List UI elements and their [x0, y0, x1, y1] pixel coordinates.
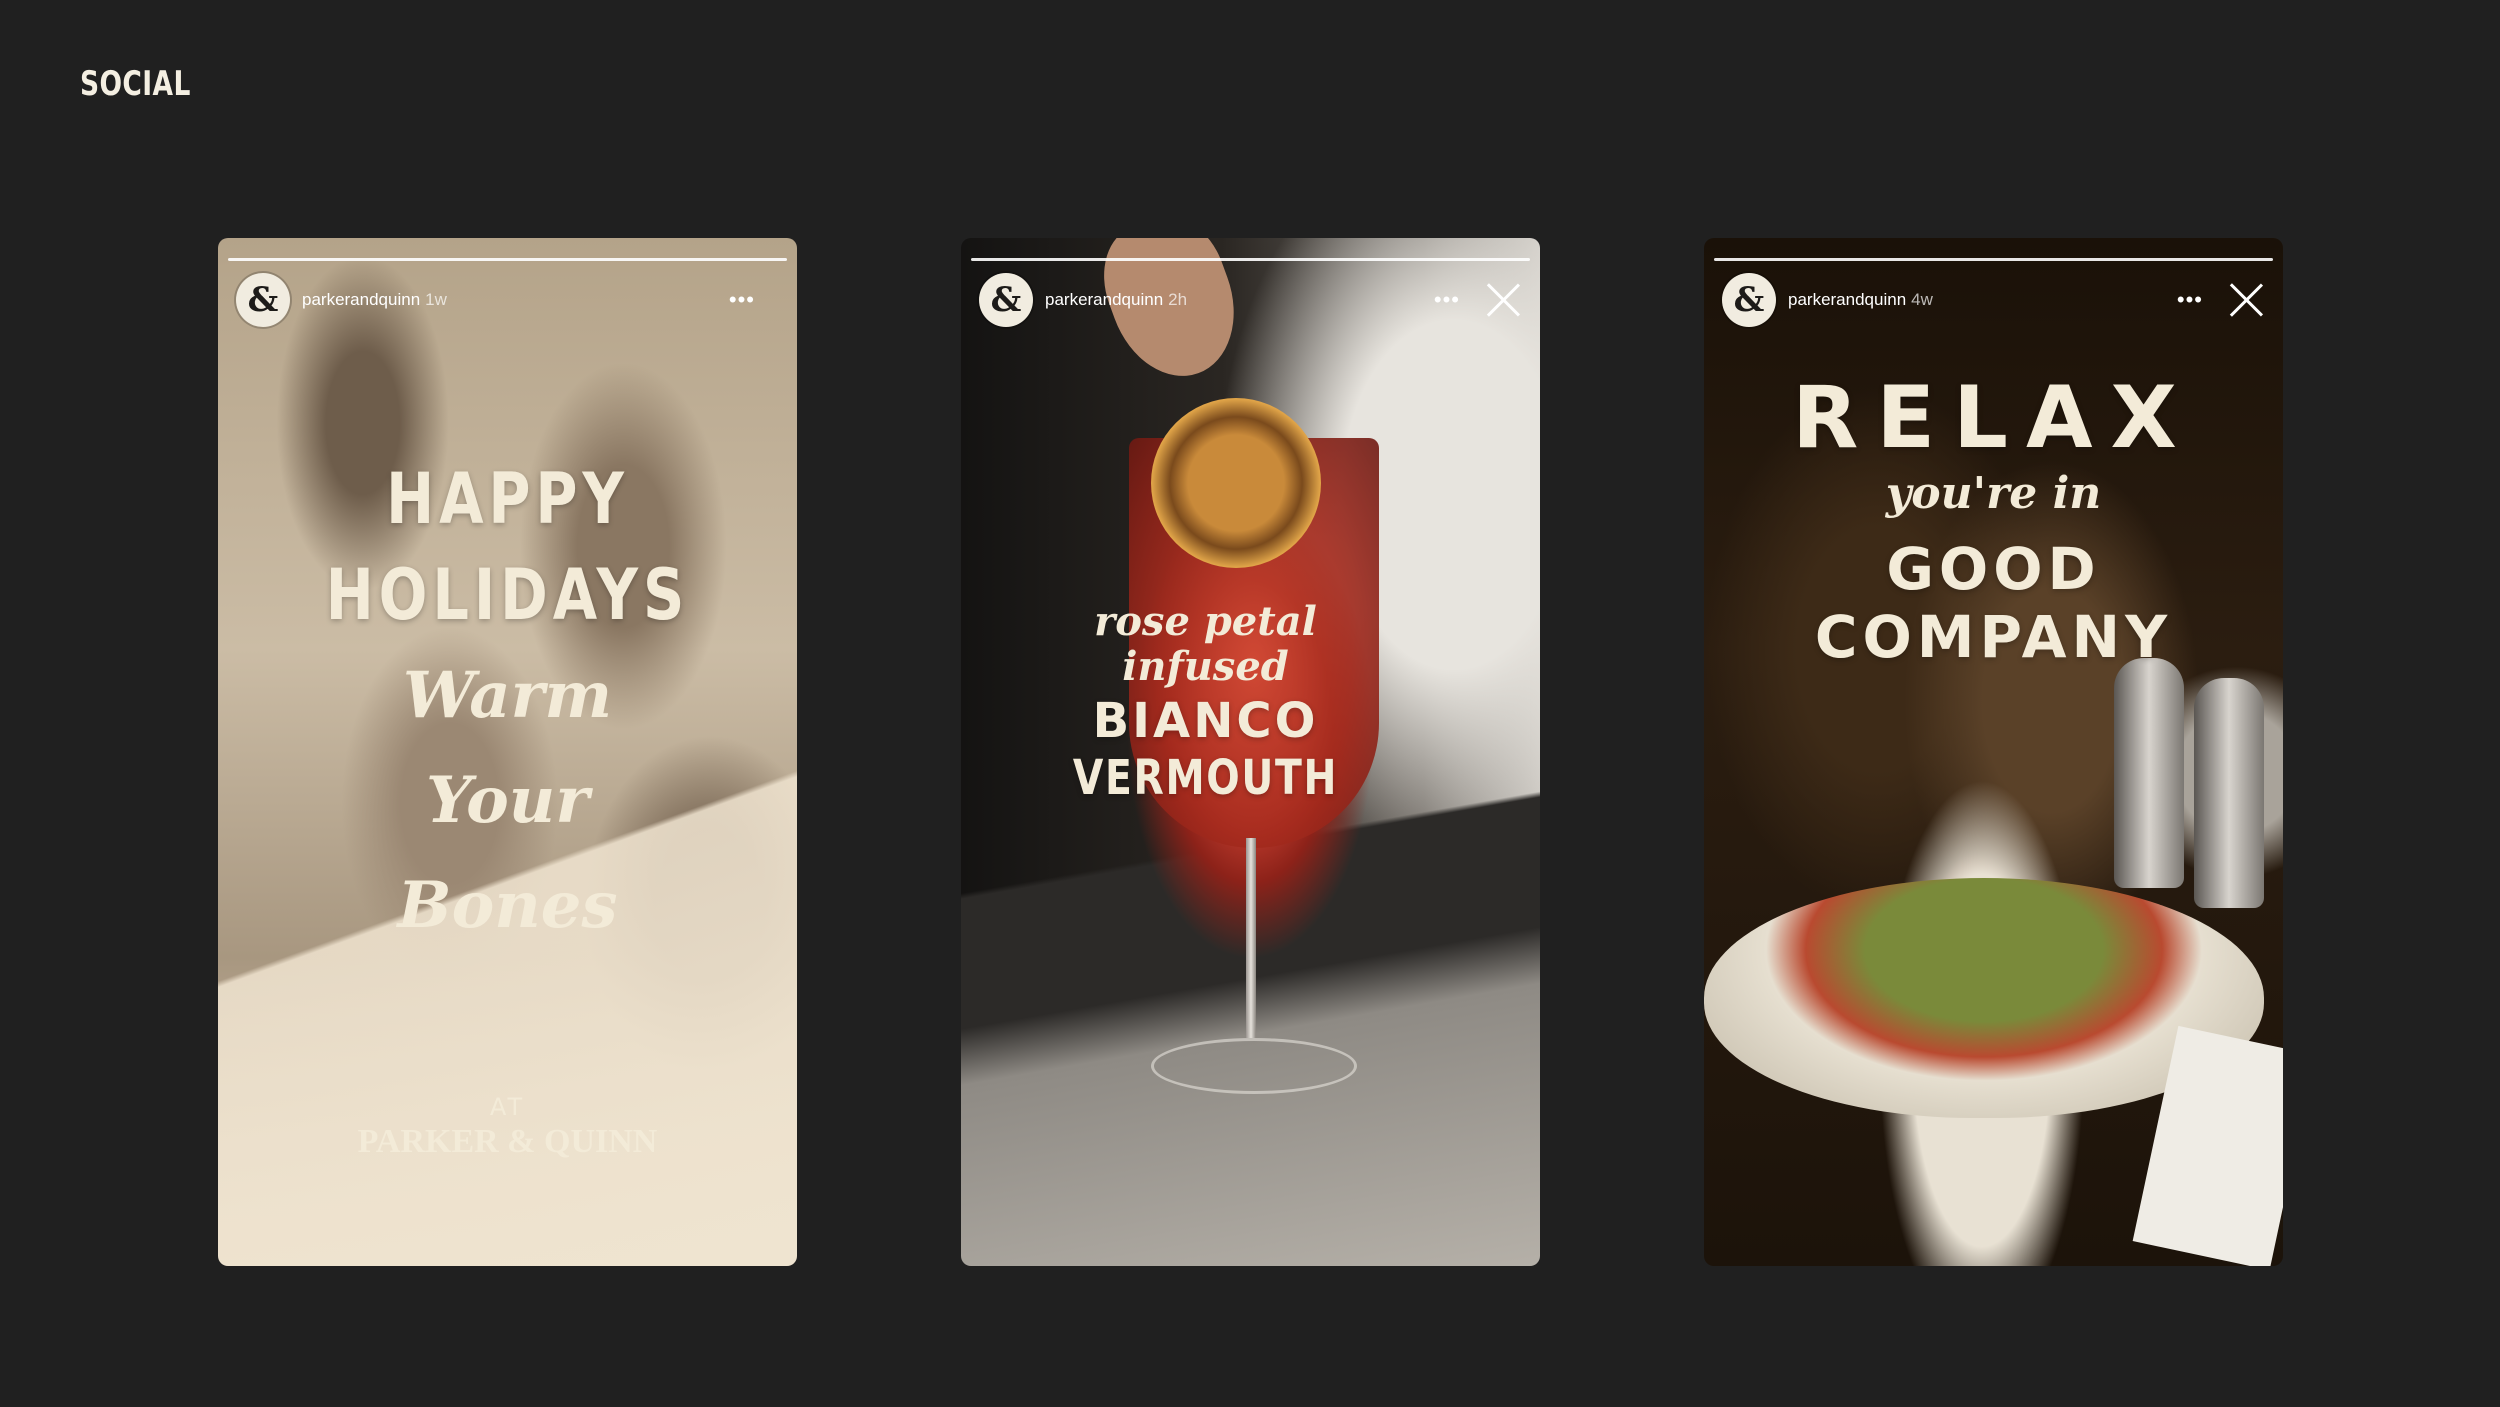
script-line: you're in	[1885, 468, 2102, 519]
headline-line-2: VERMOUTH	[1072, 750, 1339, 806]
story-card-holidays[interactable]: & parkerandquinn 1w ••• HAPPY HOLIDAYS W…	[218, 238, 797, 1266]
script-line-3: Bones	[397, 868, 618, 943]
more-horizontal-icon[interactable]: •••	[2177, 289, 2203, 311]
more-horizontal-icon[interactable]: •••	[729, 289, 755, 311]
pepper-mill-image	[2114, 658, 2184, 888]
story-header: & parkerandquinn 4w •••	[1722, 272, 2265, 328]
close-icon[interactable]	[1484, 281, 1522, 319]
close-icon[interactable]	[2227, 281, 2265, 319]
brand-avatar[interactable]: &	[1722, 273, 1776, 327]
brand-avatar[interactable]: &	[236, 273, 290, 327]
script-line-1: Warm	[402, 658, 613, 733]
script-line-1: rose petal	[1094, 598, 1317, 645]
story-progress-bar	[971, 258, 1530, 261]
headline-line-2: COMPANY	[1814, 603, 2173, 671]
post-age: 2h	[1168, 290, 1188, 309]
account-handle[interactable]: parkerandquinn	[1045, 290, 1163, 310]
account-handle[interactable]: parkerandquinn	[1788, 290, 1906, 310]
headline-line-1: HAPPY	[386, 458, 629, 540]
section-title: SOCIAL	[80, 64, 191, 104]
lemon-garnish-image	[1151, 398, 1321, 568]
story-header: & parkerandquinn 2h •••	[979, 272, 1522, 328]
more-horizontal-icon[interactable]: •••	[1434, 289, 1460, 311]
story-card-vermouth[interactable]: & parkerandquinn 2h ••• rose petal infus…	[961, 238, 1540, 1266]
salt-shaker-image	[2194, 678, 2264, 908]
headline-line-1: BIANCO	[1092, 693, 1319, 749]
script-line-2: infused	[1122, 643, 1289, 690]
headline-top: RELAX	[1792, 368, 2195, 468]
post-age: 1w	[425, 290, 447, 309]
story-header: & parkerandquinn 1w •••	[236, 272, 779, 328]
glass-foot-image	[1151, 1038, 1357, 1094]
brand-avatar[interactable]: &	[979, 273, 1033, 327]
story-progress-bar	[228, 258, 787, 261]
script-line-2: Your	[425, 763, 590, 838]
footer-at: AT	[489, 1093, 526, 1121]
post-age: 4w	[1911, 290, 1933, 309]
account-handle[interactable]: parkerandquinn	[302, 290, 420, 310]
glass-stem-image	[1246, 838, 1256, 1038]
footer-brand: PARKER & QUINN	[357, 1123, 658, 1160]
headline-line-1: GOOD	[1886, 535, 2101, 603]
story-card-relax[interactable]: & parkerandquinn 4w ••• RELAX you're in …	[1704, 238, 2283, 1266]
story-progress-bar	[1714, 258, 2273, 261]
headline-line-2: HOLIDAYS	[325, 554, 690, 636]
